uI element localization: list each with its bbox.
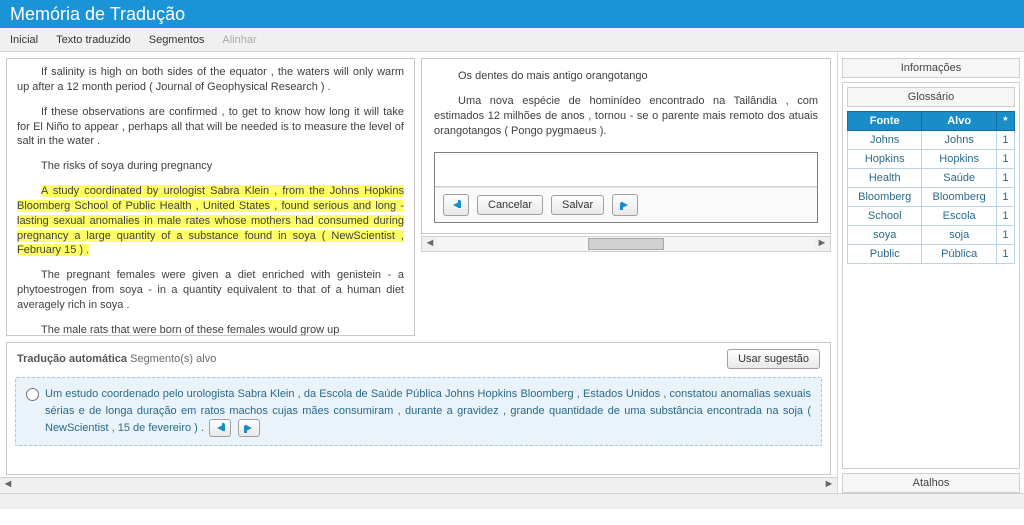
- workspace: If salinity is high on both sides of the…: [0, 52, 1024, 493]
- target-horizontal-scrollbar[interactable]: ◄ ►: [421, 236, 831, 252]
- scroll-left-icon[interactable]: ◄: [0, 478, 16, 493]
- arrow-down-right-icon: [246, 425, 252, 431]
- prev-segment-button[interactable]: [443, 194, 469, 216]
- glossary-cell-count: 1: [996, 207, 1014, 226]
- scroll-thumb[interactable]: [588, 238, 663, 250]
- glossary-row[interactable]: SchoolEscola1: [848, 207, 1015, 226]
- mt-suggestion-box[interactable]: Um estudo coordenado pelo urologista Sab…: [15, 377, 822, 446]
- save-button[interactable]: Salvar: [551, 195, 604, 215]
- glossary-header-fonte[interactable]: Fonte: [848, 112, 922, 131]
- bottom-horizontal-scrollbar[interactable]: ◄ ►: [0, 477, 837, 493]
- glossary-cell-count: 1: [996, 150, 1014, 169]
- next-segment-button[interactable]: [612, 194, 638, 216]
- glossary-row[interactable]: BloombergBloomberg1: [848, 188, 1015, 207]
- scroll-right-icon[interactable]: ►: [814, 237, 830, 251]
- glossary-row[interactable]: soyasoja1: [848, 226, 1015, 245]
- target-text-pane: Os dentes do mais antigo orangotango Uma…: [421, 58, 831, 234]
- app-title-bar: Memória de Tradução: [0, 0, 1024, 28]
- glossary-row[interactable]: JohnsJohns1: [848, 131, 1015, 150]
- glossary-cell-fonte: soya: [848, 226, 922, 245]
- info-panel-header[interactable]: Informações: [842, 58, 1020, 78]
- glossary-cell-fonte: Hopkins: [848, 150, 922, 169]
- arrow-down-right-icon: [622, 202, 628, 208]
- source-paragraph: The male rats that were born of these fe…: [17, 323, 404, 336]
- source-paragraph: If salinity is high on both sides of the…: [17, 65, 404, 95]
- glossary-row[interactable]: HopkinsHopkins1: [848, 150, 1015, 169]
- glossary-header-star[interactable]: *: [996, 112, 1014, 131]
- glossary-cell-count: 1: [996, 131, 1014, 150]
- glossary-cell-fonte: Bloomberg: [848, 188, 922, 207]
- menu-inicial[interactable]: Inicial: [10, 34, 38, 46]
- next-suggestion-button[interactable]: [238, 419, 260, 437]
- glossary-title: Glossário: [847, 87, 1015, 107]
- glossary-cell-count: 1: [996, 188, 1014, 207]
- glossary-cell-alvo: Johns: [922, 131, 996, 150]
- suggestion-radio[interactable]: [26, 388, 39, 401]
- scroll-right-icon[interactable]: ►: [821, 478, 837, 493]
- arrow-up-left-icon: [453, 202, 459, 208]
- segment-edit-box: Cancelar Salvar: [434, 152, 818, 223]
- cancel-button[interactable]: Cancelar: [477, 195, 543, 215]
- glossary-cell-fonte: School: [848, 207, 922, 226]
- scroll-track[interactable]: [16, 478, 821, 493]
- glossary-cell-count: 1: [996, 169, 1014, 188]
- mt-header: Tradução automática Segmento(s) alvo Usa…: [7, 343, 830, 375]
- shortcuts-panel-header[interactable]: Atalhos: [842, 473, 1020, 493]
- glossary-cell-fonte: Johns: [848, 131, 922, 150]
- source-paragraph-highlighted[interactable]: A study coordinated by urologist Sabra K…: [17, 184, 404, 258]
- glossary-row[interactable]: PublicPública1: [848, 245, 1015, 264]
- scroll-left-icon[interactable]: ◄: [422, 237, 438, 251]
- target-paragraph: Uma nova espécie de hominídeo encontrado…: [434, 94, 818, 139]
- use-suggestion-button[interactable]: Usar sugestão: [727, 349, 820, 369]
- glossary-body: JohnsJohns1HopkinsHopkins1HealthSaúde1Bl…: [848, 131, 1015, 264]
- glossary-cell-alvo: Pública: [922, 245, 996, 264]
- segment-edit-input[interactable]: [435, 153, 817, 187]
- source-text-pane[interactable]: If salinity is high on both sides of the…: [6, 58, 415, 336]
- segment-edit-toolbar: Cancelar Salvar: [435, 187, 817, 222]
- glossary-cell-alvo: Escola: [922, 207, 996, 226]
- glossary-row[interactable]: HealthSaúde1: [848, 169, 1015, 188]
- menu-bar: Inicial Texto traduzido Segmentos Alinha…: [0, 28, 1024, 52]
- footer-strip: [0, 493, 1024, 509]
- machine-translation-pane: Tradução automática Segmento(s) alvo Usa…: [6, 342, 831, 475]
- glossary-table: Fonte Alvo * JohnsJohns1HopkinsHopkins1H…: [847, 111, 1015, 264]
- left-column: If salinity is high on both sides of the…: [0, 52, 838, 493]
- menu-alinhar: Alinhar: [222, 34, 256, 46]
- top-panes: If salinity is high on both sides of the…: [0, 52, 837, 338]
- glossary-panel: Glossário Fonte Alvo * JohnsJohns1Hopkin…: [842, 82, 1020, 469]
- glossary-cell-count: 1: [996, 245, 1014, 264]
- glossary-cell-alvo: Saúde: [922, 169, 996, 188]
- source-paragraph: If these observations are confirmed , to…: [17, 105, 404, 150]
- glossary-cell-fonte: Health: [848, 169, 922, 188]
- target-paragraph: Os dentes do mais antigo orangotango: [434, 69, 818, 84]
- mt-label: Tradução automática Segmento(s) alvo: [17, 353, 216, 365]
- menu-segmentos[interactable]: Segmentos: [149, 34, 205, 46]
- glossary-cell-fonte: Public: [848, 245, 922, 264]
- glossary-cell-alvo: Bloomberg: [922, 188, 996, 207]
- glossary-header-alvo[interactable]: Alvo: [922, 112, 996, 131]
- menu-texto-traduzido[interactable]: Texto traduzido: [56, 34, 131, 46]
- source-paragraph: The pregnant females were given a diet e…: [17, 268, 404, 313]
- source-paragraph: The risks of soya during pregnancy: [17, 159, 404, 174]
- glossary-cell-alvo: soja: [922, 226, 996, 245]
- right-column: Informações Glossário Fonte Alvo * Johns…: [838, 52, 1024, 493]
- prev-suggestion-button[interactable]: [209, 419, 231, 437]
- glossary-cell-count: 1: [996, 226, 1014, 245]
- app-title: Memória de Tradução: [10, 4, 185, 24]
- suggestion-text: Um estudo coordenado pelo urologista Sab…: [45, 386, 811, 437]
- scroll-track[interactable]: [438, 237, 814, 251]
- arrow-up-left-icon: [217, 425, 223, 431]
- glossary-cell-alvo: Hopkins: [922, 150, 996, 169]
